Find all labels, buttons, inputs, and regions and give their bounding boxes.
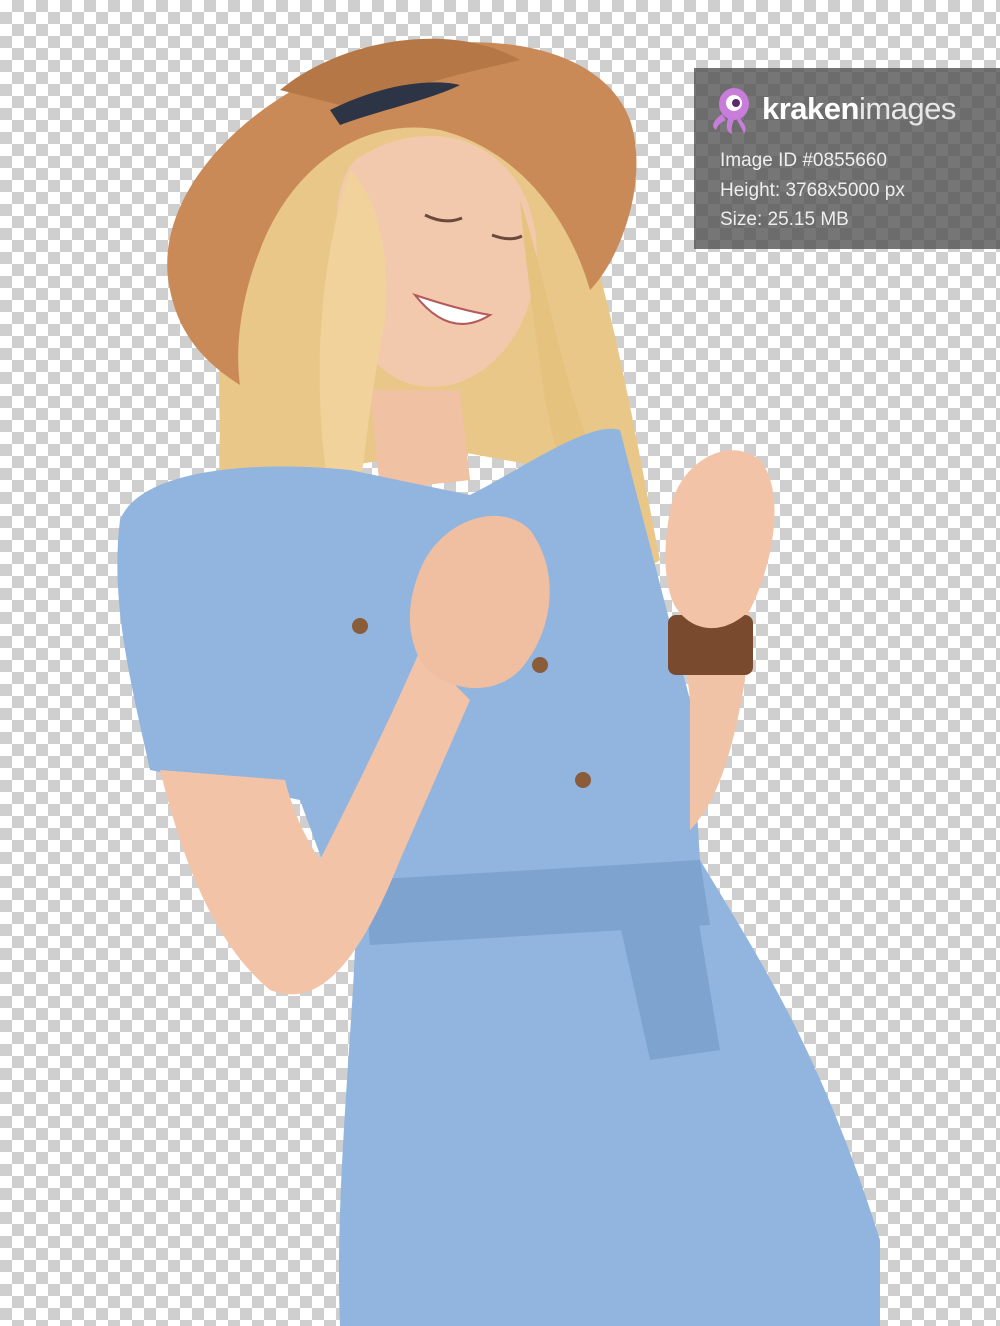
right-fist bbox=[665, 450, 775, 629]
octopus-icon bbox=[713, 88, 749, 134]
brand-logo: krakenimages bbox=[704, 78, 1000, 140]
brand-name-bold: kraken bbox=[762, 91, 859, 126]
image-info: Image ID #0855660 Height: 3768x5000 px S… bbox=[720, 146, 1000, 235]
image-size: Size: 25.15 MB bbox=[720, 209, 849, 230]
image-id: Image ID #0855660 bbox=[720, 150, 887, 171]
watermark-panel: krakenimages Image ID #0855660 Height: 3… bbox=[694, 68, 1000, 249]
neck bbox=[370, 390, 470, 490]
brand-name: krakenimages bbox=[762, 91, 956, 127]
brand-name-light: images bbox=[858, 91, 956, 126]
image-dimensions: Height: 3768x5000 px bbox=[720, 179, 905, 201]
